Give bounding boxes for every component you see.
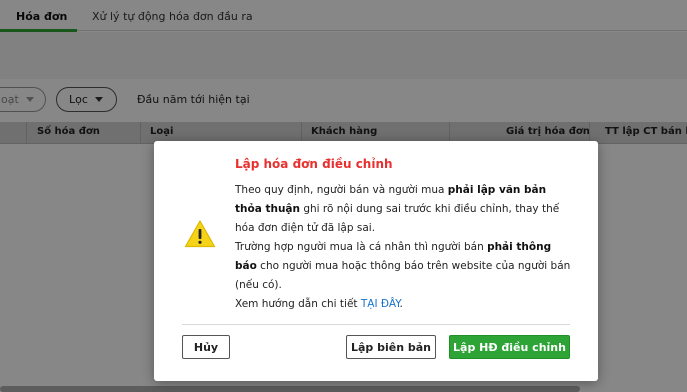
- individual-text-start: Trường hợp người mua là cá nhân thì ngườ…: [235, 241, 488, 253]
- regulation-paragraph: Theo quy định, người bán và người mua ph…: [235, 181, 575, 238]
- guide-paragraph: Xem hướng dẫn chi tiết TẠI ĐÂY.: [235, 295, 575, 314]
- create-minutes-button[interactable]: Lập biên bản: [346, 335, 436, 359]
- guide-text: Xem hướng dẫn chi tiết: [235, 298, 361, 310]
- individual-buyer-paragraph: Trường hợp người mua là cá nhân thì ngườ…: [235, 238, 575, 295]
- create-adjustment-invoice-button[interactable]: Lập HĐ điều chỉnh: [449, 335, 570, 359]
- individual-text-end: cho người mua hoặc thông báo trên websit…: [235, 260, 571, 291]
- regulation-text-start: Theo quy định, người bán và người mua: [235, 184, 448, 196]
- warning-icon: [184, 220, 216, 248]
- dialog-divider: [182, 324, 570, 325]
- adjustment-invoice-dialog: Lập hóa đơn điều chỉnh Theo quy định, ng…: [154, 141, 598, 381]
- dialog-title: Lập hóa đơn điều chỉnh: [235, 157, 393, 171]
- guide-text-end: .: [399, 298, 403, 310]
- cancel-button[interactable]: Hủy: [182, 335, 230, 359]
- dialog-message: Theo quy định, người bán và người mua ph…: [235, 181, 575, 314]
- guide-link[interactable]: TẠI ĐÂY: [361, 298, 400, 310]
